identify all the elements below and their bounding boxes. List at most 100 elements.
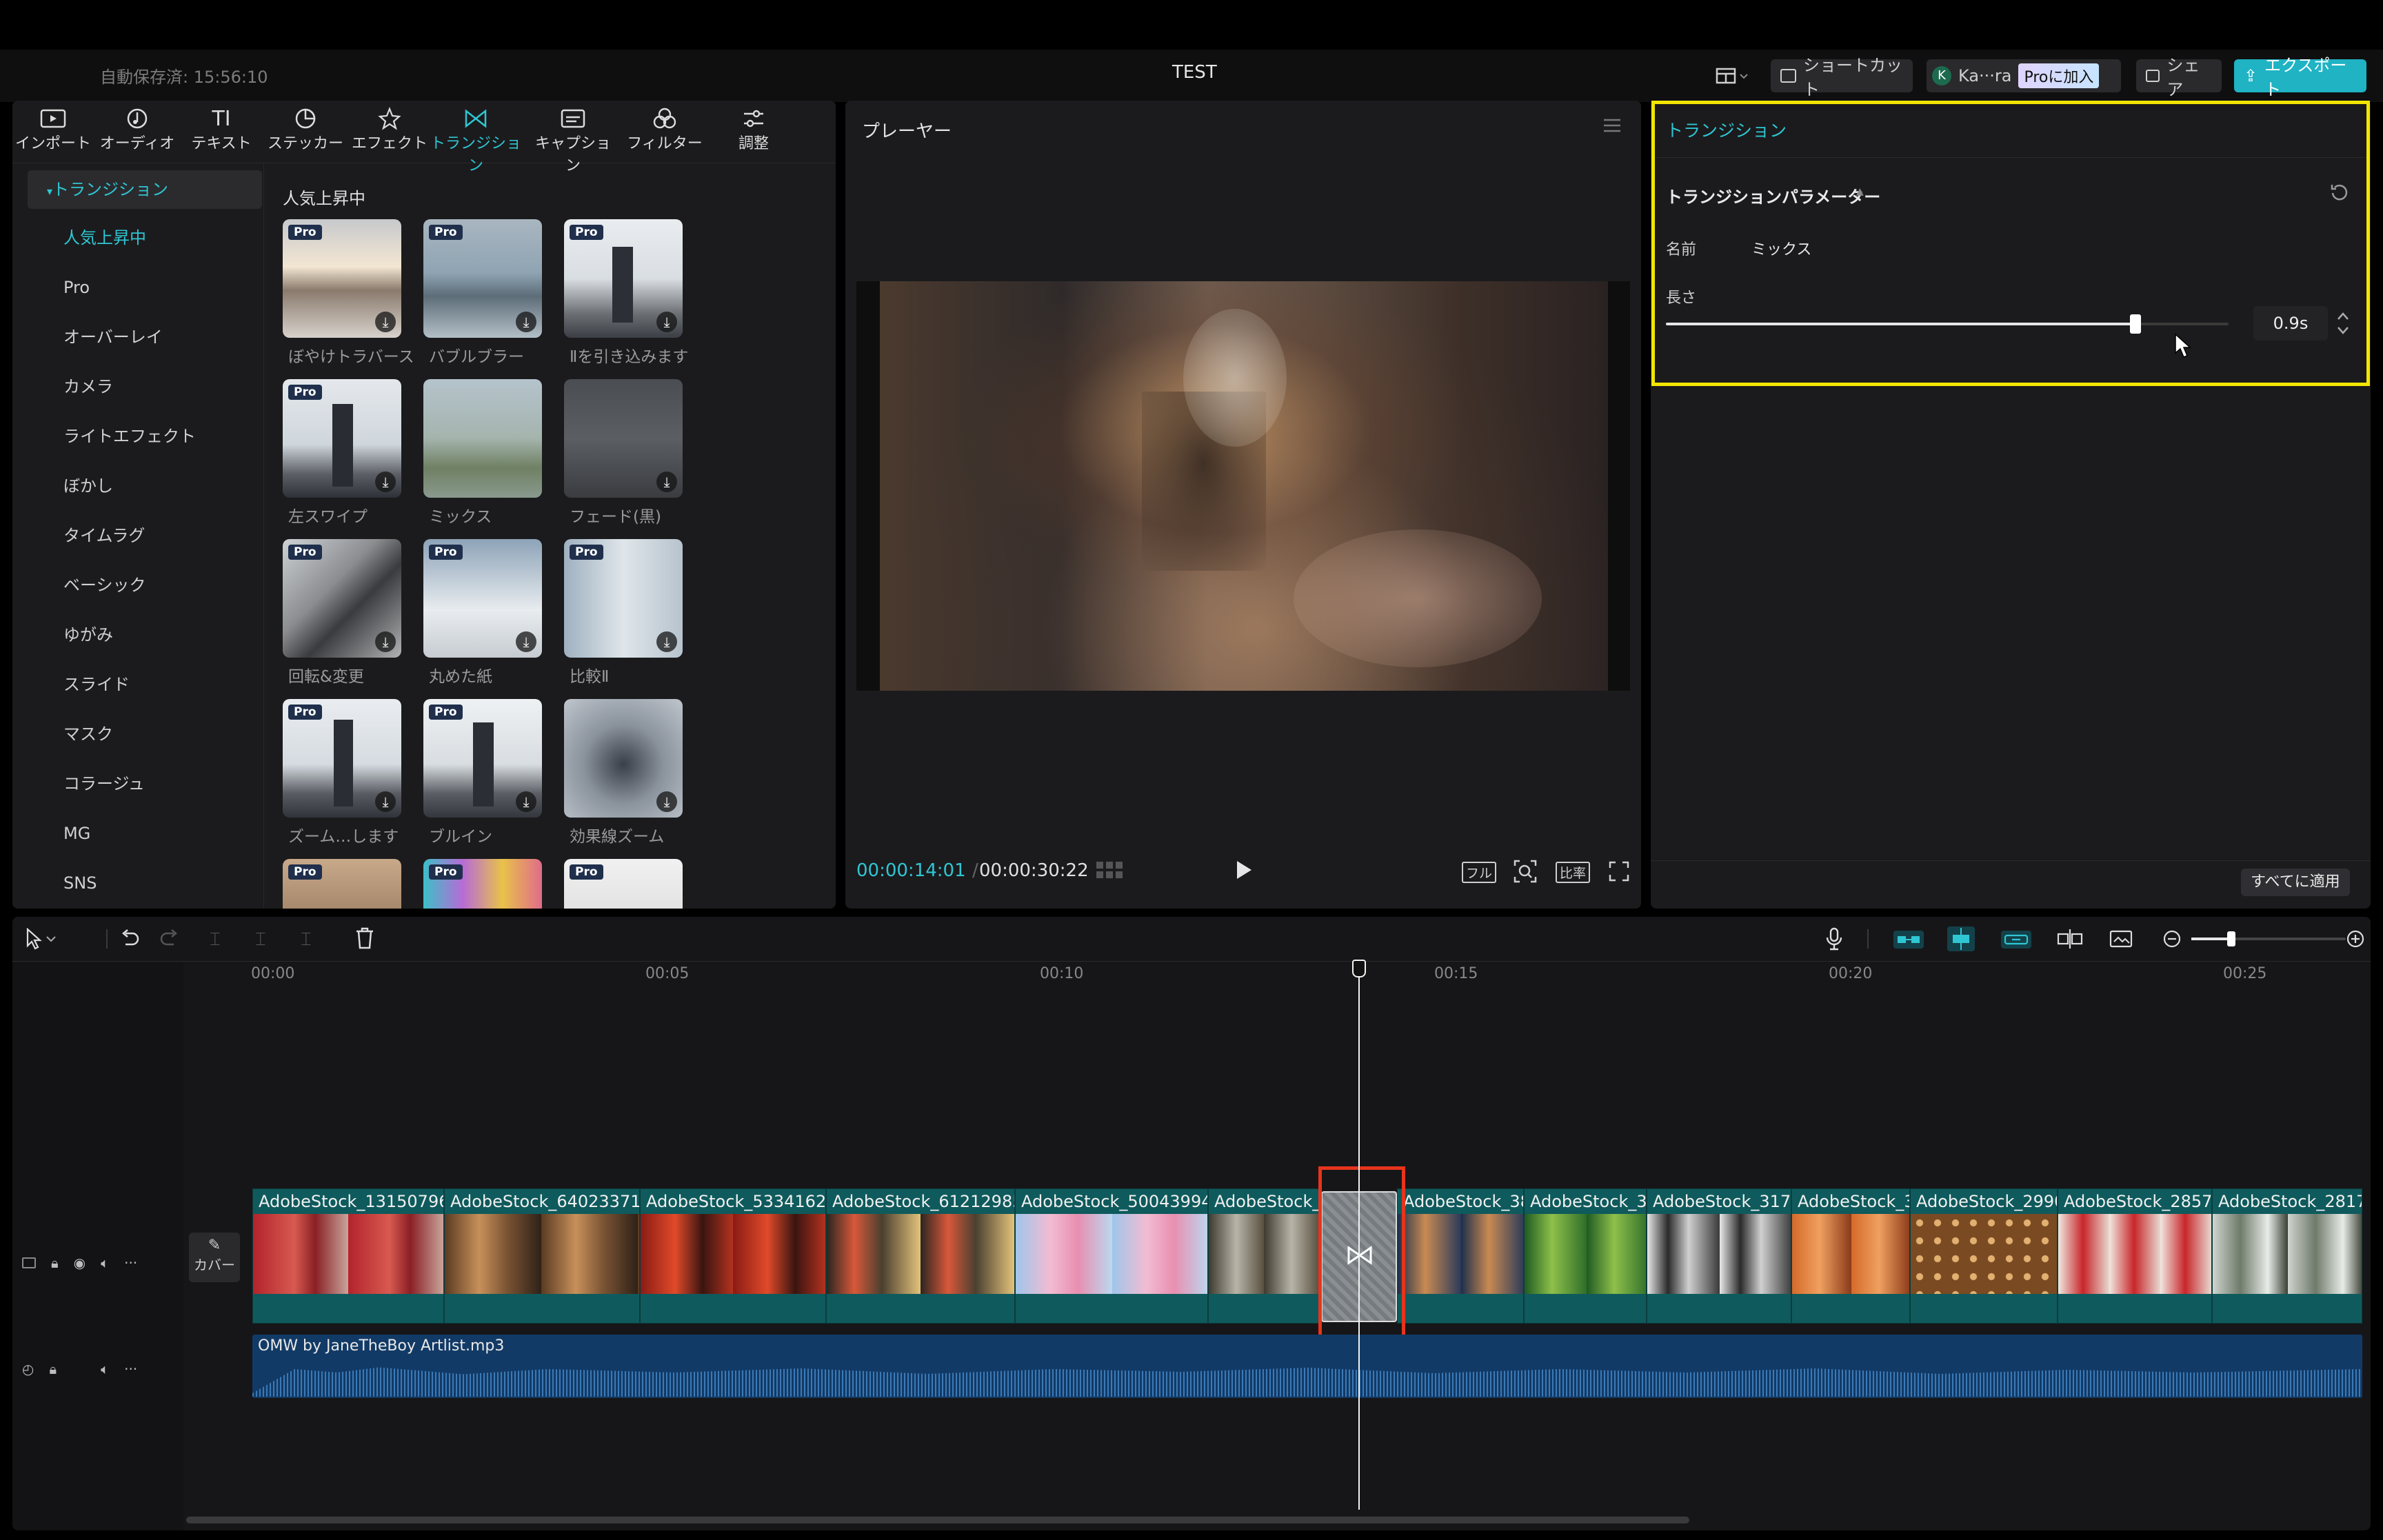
pro-join-badge[interactable]: Proに加入 xyxy=(2018,63,2100,88)
aspect-ratio-button[interactable]: 比率 xyxy=(1556,862,1591,883)
transition-thumb-speed-lines-zoom[interactable]: ⤓ xyxy=(564,699,683,818)
menu-icon[interactable] xyxy=(1602,117,1622,136)
microphone-icon[interactable] xyxy=(1824,926,1844,954)
zoom-slider-thumb[interactable] xyxy=(2227,931,2235,946)
reset-icon[interactable] xyxy=(2329,182,2350,205)
tab-text[interactable]: TI テキスト xyxy=(181,101,262,163)
category-camera[interactable]: カメラ xyxy=(28,367,262,406)
category-slide[interactable]: スライド xyxy=(28,665,262,704)
account-button[interactable]: K Ka···ra Proに加入 xyxy=(1927,59,2121,92)
transition-thumb-row5-3[interactable]: Pro xyxy=(564,859,683,909)
play-icon[interactable] xyxy=(1234,859,1254,884)
transition-thumb-rotate-change[interactable]: Pro ⤓ xyxy=(283,539,401,658)
transition-thumb-pull-in-2[interactable]: Pro ⤓ xyxy=(564,219,683,338)
download-icon[interactable]: ⤓ xyxy=(656,631,677,652)
zoom-out-icon[interactable] xyxy=(2162,929,2182,951)
link-clips-icon[interactable] xyxy=(2001,931,2031,949)
tab-transition[interactable]: トランジション xyxy=(428,101,524,174)
transition-thumb-mix[interactable] xyxy=(423,379,542,498)
video-clip[interactable]: AdobeStock_131507961 xyxy=(252,1188,444,1324)
download-icon[interactable]: ⤓ xyxy=(375,791,396,812)
timeline-scrollbar[interactable] xyxy=(186,1517,1689,1523)
auto-snap-icon[interactable] xyxy=(1947,926,1975,951)
download-icon[interactable]: ⤓ xyxy=(375,472,396,492)
category-mg[interactable]: MG xyxy=(28,814,262,853)
download-icon[interactable]: ⤓ xyxy=(656,472,677,492)
video-clip[interactable]: AdobeStock_30 xyxy=(1791,1188,1910,1324)
video-clip[interactable]: AdobeStock_38 xyxy=(1397,1188,1524,1324)
video-clip[interactable]: AdobeStock_6 xyxy=(1208,1188,1320,1324)
audio-clip[interactable]: OMW by JaneTheBoy Artlist.mp3 xyxy=(252,1335,2362,1398)
video-clip[interactable]: AdobeStock_500439948 xyxy=(1015,1188,1208,1324)
transition-thumb-pull-in[interactable]: Pro ⤓ xyxy=(423,699,542,818)
download-icon[interactable]: ⤓ xyxy=(516,631,536,652)
transition-thumb-blur-traverse[interactable]: Pro ⤓ xyxy=(283,219,401,338)
cover-button[interactable]: ✎ カバー xyxy=(189,1233,240,1282)
preview-axis-icon[interactable] xyxy=(2056,928,2084,953)
video-clip[interactable]: AdobeStock_533416213 xyxy=(640,1188,826,1324)
category-trending[interactable]: 人気上昇中 xyxy=(28,219,262,257)
project-title[interactable]: TEST xyxy=(1172,62,1217,83)
share-button[interactable]: シェア xyxy=(2136,56,2222,99)
magnet-main-track-icon[interactable] xyxy=(1893,931,1924,949)
category-collage[interactable]: コラージュ xyxy=(28,764,262,803)
redo-icon[interactable] xyxy=(159,928,181,953)
category-light-effect[interactable]: ライトエフェクト xyxy=(28,417,262,456)
category-sns[interactable]: SNS xyxy=(28,864,262,902)
video-clip[interactable]: AdobeStock_38 xyxy=(1524,1188,1647,1324)
screenshot-icon[interactable] xyxy=(2109,928,2133,953)
video-clip[interactable]: AdobeStock_612129858 xyxy=(826,1188,1015,1324)
tab-audio[interactable]: オーディオ xyxy=(97,101,178,163)
tab-import[interactable]: インポート xyxy=(12,101,94,163)
video-clip[interactable]: AdobeStock_2990 xyxy=(1910,1188,2058,1324)
transition-thumb-row5-1[interactable]: Pro xyxy=(283,859,401,909)
lock-icon[interactable]: 🔒︎ xyxy=(51,1255,59,1271)
transition-thumb-bubble-blur[interactable]: Pro ⤓ xyxy=(423,219,542,338)
video-clip[interactable]: AdobeStock_2817 xyxy=(2212,1188,2362,1324)
full-quality-button[interactable]: フル xyxy=(1462,862,1497,883)
category-timelag[interactable]: タイムラグ xyxy=(28,516,262,555)
split-left-icon[interactable]: ⌶ xyxy=(255,929,266,951)
lock-icon[interactable]: 🔒︎ xyxy=(49,1361,57,1377)
shortcut-button[interactable]: ショートカット xyxy=(1771,56,1913,99)
video-clip[interactable]: AdobeStock_640233715 xyxy=(444,1188,640,1324)
download-icon[interactable]: ⤓ xyxy=(656,791,677,812)
transition-thumb-fade-black[interactable]: ⤓ xyxy=(564,379,683,498)
length-slider[interactable] xyxy=(1666,312,2229,336)
length-stepper[interactable] xyxy=(2335,307,2351,339)
undo-icon[interactable] xyxy=(119,928,141,953)
transition-thumb-crumpled-paper[interactable]: Pro ⤓ xyxy=(423,539,542,658)
tab-filter[interactable]: フィルター xyxy=(622,101,707,163)
video-clip[interactable]: AdobeStock_3179 xyxy=(1647,1188,1791,1324)
download-icon[interactable]: ⤓ xyxy=(516,312,536,332)
eye-icon[interactable]: ◉ xyxy=(74,1255,86,1271)
more-icon[interactable]: ··· xyxy=(124,1361,137,1377)
volume-icon[interactable]: 🔈︎ xyxy=(101,1255,109,1271)
category-distortion[interactable]: ゆがみ xyxy=(28,616,262,654)
transition-thumb-compare-2[interactable]: Pro ⤓ xyxy=(564,539,683,658)
video-clip[interactable]: AdobeStock_28573 xyxy=(2058,1188,2212,1324)
zoom-fit-icon[interactable] xyxy=(1513,859,1538,886)
category-header-transition[interactable]: ▾トランジション xyxy=(28,170,262,209)
transition-thumb-row5-2[interactable]: Pro xyxy=(423,859,542,909)
download-icon[interactable]: ⤓ xyxy=(656,312,677,332)
download-icon[interactable]: ⤓ xyxy=(516,791,536,812)
zoom-slider[interactable] xyxy=(2191,931,2346,946)
export-button[interactable]: ⇪ エクスポート xyxy=(2234,56,2366,99)
playhead-line[interactable] xyxy=(1358,961,1360,1510)
apply-all-button[interactable]: すべてに適用 xyxy=(2241,869,2350,896)
slider-thumb[interactable] xyxy=(2130,314,2141,334)
fullscreen-icon[interactable] xyxy=(1608,860,1630,885)
category-pro[interactable]: Pro xyxy=(28,268,262,307)
video-preview[interactable] xyxy=(856,281,1630,691)
transition-thumb-zoom[interactable]: Pro ⤓ xyxy=(283,699,401,818)
layout-icon[interactable] xyxy=(1716,66,1749,85)
category-basic[interactable]: ベーシック xyxy=(28,566,262,605)
category-overlay[interactable]: オーバーレイ xyxy=(28,318,262,356)
params-section-title[interactable]: トランジションパラメーター xyxy=(1666,183,1880,207)
volume-icon[interactable]: 🔈︎ xyxy=(101,1361,109,1377)
tab-sticker[interactable]: ステッカー xyxy=(265,101,346,163)
transition-thumb-swipe-left[interactable]: Pro ⤓ xyxy=(283,379,401,498)
delete-icon[interactable] xyxy=(354,926,375,953)
tab-adjust[interactable]: 調整 xyxy=(713,101,794,163)
